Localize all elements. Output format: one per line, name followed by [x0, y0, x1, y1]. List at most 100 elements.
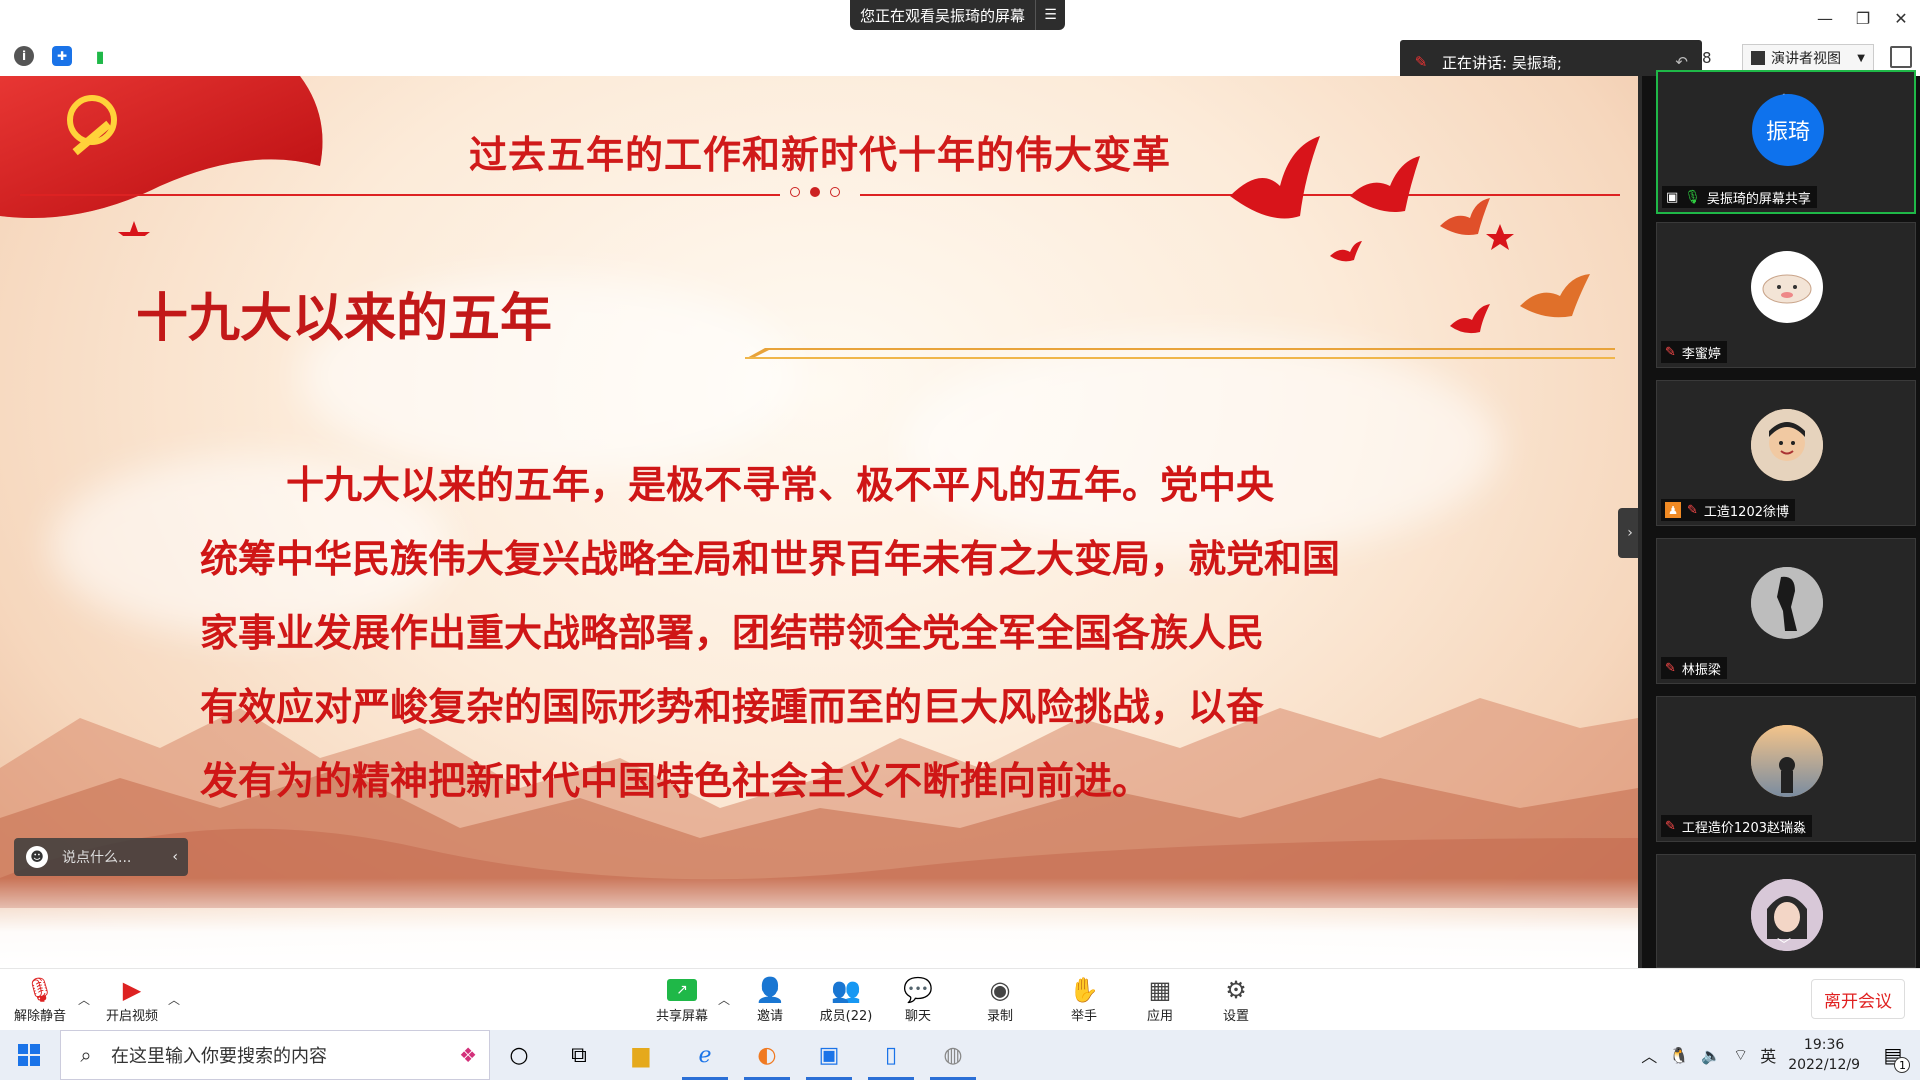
slide-title: 过去五年的工作和新时代十年的伟大变革: [468, 133, 1171, 177]
tile-label: ✎ 林振梁: [1661, 657, 1727, 679]
body-line: 统筹中华民族伟大复兴战略全局和世界百年未有之大变局，就党和国: [200, 537, 1341, 581]
chevron-up-icon[interactable]: ︿: [718, 991, 730, 1008]
dot-active: [810, 187, 820, 197]
add-user-icon: 👤: [755, 976, 785, 1004]
raise-hand-label: 举手: [1070, 1009, 1097, 1024]
members-label: 成员(22): [819, 1009, 873, 1024]
shared-slide: 过去五年的工作和新时代十年的伟大变革 十九大以来的五年 十九大以来的五年，是极不…: [0, 76, 1638, 968]
share-screen-label: 共享屏幕: [655, 1009, 708, 1024]
chat-placeholder: 说点什么...: [62, 850, 132, 866]
share-screen-button[interactable]: ↗ 共享屏幕: [646, 975, 718, 1024]
reaction-chat-input[interactable]: ☻ 说点什么... ‹: [14, 838, 188, 876]
avatar: [1751, 725, 1823, 797]
photo-avatar-icon: [1751, 409, 1823, 481]
participant-name: 李蜜婷: [1681, 346, 1721, 362]
chat-label: 聊天: [904, 1009, 931, 1024]
record-icon: ◉: [989, 976, 1011, 1004]
settings-button[interactable]: ⚙ 设置: [1200, 975, 1272, 1024]
view-options-icon[interactable]: ☰: [1035, 0, 1065, 30]
window-controls: — ❐ ✕: [1806, 0, 1920, 36]
meeting-app-icon[interactable]: ▣: [800, 1030, 858, 1080]
dot: [790, 187, 800, 197]
reply-icon[interactable]: ↶: [1675, 53, 1688, 71]
task-view-icon[interactable]: ⧉: [550, 1030, 608, 1080]
tile-label: ✎ 李蜜婷: [1661, 341, 1727, 363]
media-app-icon[interactable]: ◍: [924, 1030, 982, 1080]
invite-button[interactable]: 👤 邀请: [734, 975, 806, 1024]
taskbar-search-input[interactable]: ⌕ 在这里输入你要搜索的内容 ❖: [60, 1030, 490, 1080]
restore-icon[interactable]: ❐: [1844, 0, 1882, 36]
body-line: 十九大以来的五年，是极不寻常、极不平凡的五年。党中央: [286, 463, 1275, 507]
windows-start-icon[interactable]: [0, 1030, 58, 1080]
video-tile[interactable]: ︿ 振琦 ▣ 🎙 吴振琦的屏幕共享: [1656, 70, 1916, 214]
chevron-left-icon[interactable]: ‹: [172, 849, 178, 865]
video-tile[interactable]: ♟ ✎ 工造1202徐博: [1656, 380, 1916, 526]
clock[interactable]: 19:36 2022/12/9: [1788, 1035, 1860, 1075]
avatar: [1751, 251, 1823, 323]
windows-taskbar: ⌕ 在这里输入你要搜索的内容 ❖ ○ ⧉ ▆ ℯ ◐ ▣ ▯ ◍ ︿ 🐧 🔈 ⌔…: [0, 1030, 1920, 1080]
mic-muted-icon: ✎: [1414, 53, 1428, 71]
avatar: [1751, 409, 1823, 481]
cortana-icon[interactable]: ○: [490, 1030, 548, 1080]
chevron-up-icon[interactable]: ︿: [168, 991, 180, 1008]
viewing-indicator[interactable]: 您正在观看吴振琦的屏幕 ☰: [850, 0, 1066, 30]
start-video-button[interactable]: ▶ 开启视频: [96, 975, 168, 1024]
ime-indicator[interactable]: 英: [1760, 1043, 1776, 1067]
emoji-icon[interactable]: ☻: [26, 846, 48, 868]
system-tray: ︿ 🐧 🔈 ⌔ 英 19:36 2022/12/9: [1641, 1030, 1860, 1080]
participant-count: 8: [1702, 49, 1712, 67]
volume-icon[interactable]: 🔈: [1701, 1046, 1721, 1065]
file-explorer-icon[interactable]: ▆: [612, 1030, 670, 1080]
notification-icon[interactable]: ▤ 1: [1878, 1040, 1911, 1073]
mic-muted-icon: ✎: [1665, 344, 1676, 360]
close-icon[interactable]: ✕: [1882, 0, 1920, 36]
invite-label: 邀请: [756, 1009, 783, 1024]
window-titlebar: 您正在观看吴振琦的屏幕 ☰ — ❐ ✕: [0, 0, 1920, 36]
slide-body: 十九大以来的五年，是极不寻常、极不平凡的五年。党中央 统筹中华民族伟大复兴战略全…: [200, 448, 1440, 818]
body-line: 发有为的精神把新时代中国特色社会主义不断推向前进。: [200, 759, 1151, 803]
tablet-app-icon[interactable]: ▯: [862, 1030, 920, 1080]
leave-meeting-button[interactable]: 离开会议: [1811, 979, 1905, 1019]
record-button[interactable]: ◉ 录制: [964, 975, 1036, 1024]
raise-hand-button[interactable]: ✋ 举手: [1048, 975, 1120, 1024]
host-icon: ♟: [1665, 502, 1681, 518]
tile-label: ♟ ✎ 工造1202徐博: [1661, 499, 1795, 521]
info-icon[interactable]: i: [14, 46, 34, 66]
screen-share-icon: ▣: [1666, 189, 1679, 205]
shield-icon[interactable]: ✚: [52, 46, 72, 66]
members-icon: 👥: [831, 976, 861, 1004]
search-highlight-icon: ❖: [459, 1043, 477, 1067]
fullscreen-icon[interactable]: [1890, 46, 1912, 68]
participant-name: 林振梁: [1681, 662, 1721, 678]
clock-time: 19:36: [1803, 1037, 1845, 1053]
chat-button[interactable]: 💬 聊天: [882, 975, 954, 1024]
video-tile[interactable]: ﹀: [1656, 854, 1916, 968]
chevron-up-icon[interactable]: ︿: [78, 991, 90, 1008]
video-off-icon: ▶: [122, 976, 142, 1004]
speaker-view-icon: [1751, 51, 1765, 65]
chevron-up-icon[interactable]: ︿: [1641, 1043, 1657, 1067]
settings-label: 设置: [1222, 1009, 1249, 1024]
active-speaker-label: 正在讲话: 吴振琦;: [1442, 53, 1562, 72]
search-icon: ⌕: [80, 1043, 92, 1067]
photo-avatar-icon: [1751, 567, 1823, 639]
video-tile[interactable]: ✎ 李蜜婷: [1656, 222, 1916, 368]
edge-browser-icon[interactable]: ℯ: [676, 1030, 734, 1080]
minimize-icon[interactable]: —: [1806, 0, 1844, 36]
mic-muted-icon: ✎: [1665, 818, 1676, 834]
video-tile[interactable]: ✎ 林振梁: [1656, 538, 1916, 684]
browser-app-icon[interactable]: ◐: [738, 1030, 796, 1080]
chevron-down-icon[interactable]: ﹀: [1777, 935, 1791, 955]
wifi-icon[interactable]: ⌔: [1733, 1045, 1748, 1065]
apps-button[interactable]: ▦ 应用: [1124, 975, 1196, 1024]
participant-name: 工程造价1203赵瑞淼: [1681, 820, 1806, 836]
unmute-button[interactable]: 🎙 解除静音: [4, 975, 76, 1024]
view-mode-button[interactable]: 演讲者视图 ▼: [1742, 44, 1874, 72]
chat-icon: 💬: [903, 976, 933, 1004]
members-button[interactable]: 👥 成员(22): [810, 975, 882, 1024]
qq-icon[interactable]: 🐧: [1669, 1046, 1689, 1065]
video-tile[interactable]: ✎ 工程造价1203赵瑞淼: [1656, 696, 1916, 842]
share-screen-icon: ↗: [664, 975, 700, 1005]
signal-icon[interactable]: ▮: [90, 46, 110, 66]
view-mode-label: 演讲者视图: [1771, 51, 1841, 67]
